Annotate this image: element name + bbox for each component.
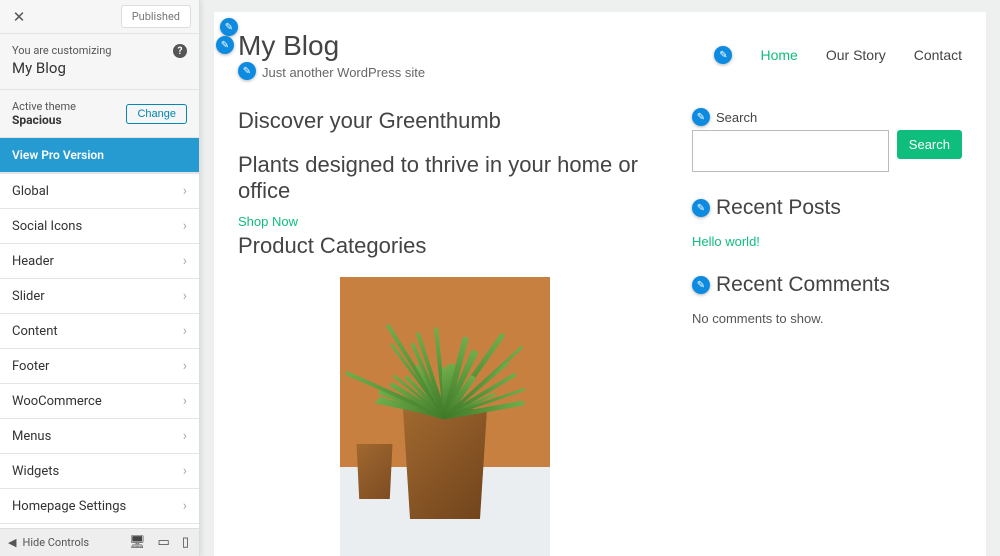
recent-post-link[interactable]: Hello world!	[692, 234, 962, 249]
chevron-right-icon: ›	[183, 428, 187, 444]
chevron-right-icon: ›	[183, 393, 187, 409]
customizing-site-name: My Blog	[12, 59, 187, 77]
panel-woocommerce[interactable]: WooCommerce ›	[0, 384, 199, 419]
panel-label: Global	[12, 184, 49, 199]
chevron-right-icon: ›	[183, 288, 187, 304]
search-input[interactable]	[692, 130, 889, 172]
recent-posts-widget: ✎ Recent Posts Hello world!	[692, 196, 962, 249]
panel-label: Social Icons	[12, 219, 82, 234]
mobile-preview-icon[interactable]: ▯	[182, 535, 189, 550]
edit-shortcut-icon[interactable]: ✎	[692, 199, 710, 217]
panel-label: Slider	[12, 289, 45, 304]
search-button[interactable]: Search	[897, 130, 962, 159]
panel-global[interactable]: Global ›	[0, 173, 199, 209]
publish-status-button[interactable]: Published	[121, 5, 191, 28]
panel-label: Content	[12, 324, 58, 339]
recent-comments-widget: ✎ Recent Comments No comments to show.	[692, 273, 962, 326]
chevron-right-icon: ›	[183, 498, 187, 514]
search-widget-label: Search	[716, 110, 757, 125]
panel-content[interactable]: Content ›	[0, 314, 199, 349]
site-header: ✎ My Blog ✎ Just another WordPress site …	[214, 12, 986, 88]
preview-frame-wrap: ✎ ✎ My Blog ✎ Just another WordPress sit…	[200, 0, 1000, 556]
sidebar-footer: ◀ Hide Controls 🖥 ▭ ▯	[0, 528, 199, 556]
edit-shortcut-icon[interactable]: ✎	[714, 46, 732, 64]
panel-widgets[interactable]: Widgets ›	[0, 454, 199, 489]
site-title[interactable]: My Blog	[238, 30, 425, 62]
desktop-preview-icon[interactable]: 🖥	[129, 535, 146, 550]
customizing-label: You are customizing	[12, 44, 187, 57]
hide-controls-label: Hide Controls	[22, 536, 89, 549]
change-theme-button[interactable]: Change	[126, 104, 187, 124]
chevron-right-icon: ›	[183, 323, 187, 339]
customizer-panel-list: Global › Social Icons › Header › Slider › Co…	[0, 173, 199, 528]
nav-home[interactable]: Home	[760, 47, 797, 63]
panel-label: Footer	[12, 359, 49, 374]
customizing-info: You are customizing My Blog ?	[0, 34, 199, 90]
edit-shortcut-icon[interactable]: ✎	[220, 18, 238, 36]
edit-shortcut-icon[interactable]: ✎	[692, 276, 710, 294]
collapse-icon: ◀	[8, 536, 16, 549]
device-preview-toggles: 🖥 ▭ ▯	[129, 535, 195, 550]
tablet-preview-icon[interactable]: ▭	[158, 535, 170, 550]
shop-now-link[interactable]: Shop Now	[238, 214, 298, 229]
panel-homepage-settings[interactable]: Homepage Settings ›	[0, 489, 199, 524]
recent-posts-title: Recent Posts	[716, 196, 841, 220]
search-widget: ✎ Search Search	[692, 108, 962, 172]
close-customizer-button[interactable]: ✕	[4, 2, 34, 32]
site-branding: ✎ My Blog ✎ Just another WordPress site	[238, 30, 425, 80]
edit-shortcut-icon[interactable]: ✎	[216, 36, 234, 54]
panel-social-icons[interactable]: Social Icons ›	[0, 209, 199, 244]
edit-shortcut-icon[interactable]: ✎	[238, 62, 256, 80]
category-image[interactable]	[340, 277, 550, 556]
chevron-right-icon: ›	[183, 253, 187, 269]
customizer-sidebar: ✕ Published You are customizing My Blog …	[0, 0, 200, 556]
panel-footer[interactable]: Footer ›	[0, 349, 199, 384]
nav-our-story[interactable]: Our Story	[826, 47, 886, 63]
active-theme-label: Active theme	[12, 100, 76, 113]
chevron-right-icon: ›	[183, 183, 187, 199]
active-theme-row: Active theme Spacious Change	[0, 90, 199, 138]
nav-contact[interactable]: Contact	[914, 47, 962, 63]
panel-slider[interactable]: Slider ›	[0, 279, 199, 314]
primary-nav: ✎ Home Our Story Contact	[714, 46, 962, 64]
no-comments-text: No comments to show.	[692, 311, 962, 326]
chevron-right-icon: ›	[183, 358, 187, 374]
main-content: Discover your Greenthumb Plants designed…	[238, 108, 652, 556]
view-pro-version-button[interactable]: View Pro Version	[0, 138, 199, 173]
hide-controls-button[interactable]: ◀ Hide Controls	[4, 536, 129, 549]
panel-label: Header	[12, 254, 54, 269]
panel-label: Widgets	[12, 464, 59, 479]
site-preview: ✎ ✎ My Blog ✎ Just another WordPress sit…	[214, 12, 986, 556]
hero-heading-2: Plants designed to thrive in your home o…	[238, 152, 652, 204]
hero-heading-1: Discover your Greenthumb	[238, 108, 652, 134]
chevron-right-icon: ›	[183, 218, 187, 234]
chevron-right-icon: ›	[183, 463, 187, 479]
product-categories-heading: Product Categories	[238, 233, 652, 259]
recent-comments-title: Recent Comments	[716, 273, 890, 297]
panel-label: Homepage Settings	[12, 499, 126, 514]
site-tagline: Just another WordPress site	[262, 65, 425, 80]
active-theme-name: Spacious	[12, 113, 76, 127]
edit-shortcut-icon[interactable]: ✎	[692, 108, 710, 126]
panel-menus[interactable]: Menus ›	[0, 419, 199, 454]
site-body: Discover your Greenthumb Plants designed…	[214, 88, 986, 556]
panel-header[interactable]: Header ›	[0, 244, 199, 279]
sidebar-widgets: ✎ Search Search ✎ Recent Posts	[692, 108, 962, 556]
panel-label: WooCommerce	[12, 394, 102, 409]
sidebar-top-bar: ✕ Published	[0, 0, 199, 34]
panel-label: Menus	[12, 429, 51, 444]
help-icon[interactable]: ?	[173, 44, 187, 58]
